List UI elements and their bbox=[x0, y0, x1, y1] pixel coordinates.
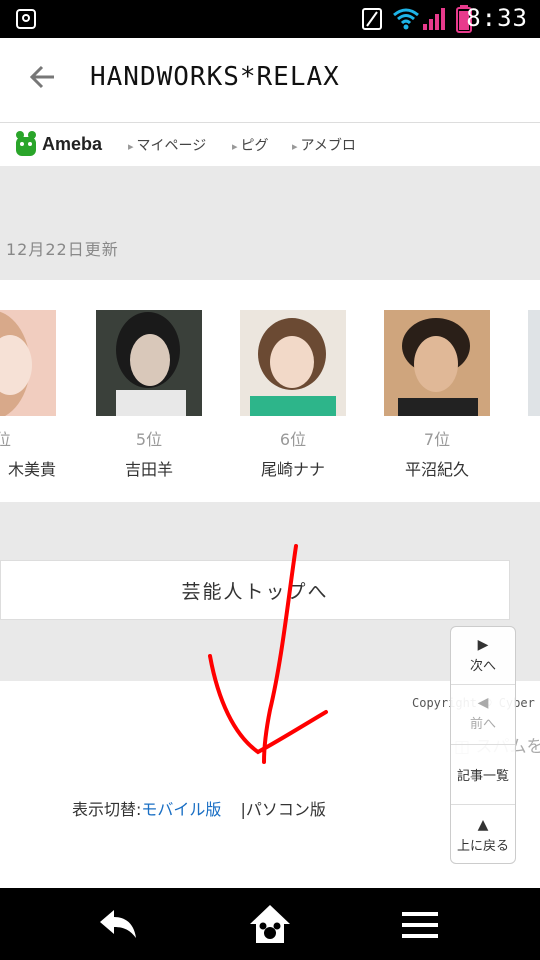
celebrity-name: 尾崎ナナ bbox=[260, 460, 325, 479]
rank-number: 6位 bbox=[279, 430, 307, 449]
ameba-nav-bar: Ameba マイページ ピグ アメブロ bbox=[0, 123, 540, 167]
celebrity-name: 吉田羊 bbox=[124, 460, 173, 479]
back-to-top-button[interactable]: ▲ 上に戻る bbox=[451, 805, 515, 863]
home-icon[interactable] bbox=[246, 902, 294, 946]
ranking-item[interactable]: 7位 平沼紀久 bbox=[384, 310, 490, 480]
next-item-peek bbox=[528, 310, 540, 416]
prev-label: 前へ bbox=[469, 717, 496, 732]
bottom-navigation-bar bbox=[0, 888, 540, 960]
wifi-icon bbox=[393, 8, 419, 30]
ameba-logo-text: Ameba bbox=[42, 133, 103, 154]
mobile-version-link[interactable]: モバイル版 bbox=[141, 800, 221, 819]
celebrity-name: 木美貴 bbox=[7, 460, 56, 479]
ranking-item[interactable]: 6位 尾崎ナナ bbox=[240, 310, 346, 480]
celebrity-name: 平沼紀久 bbox=[404, 460, 469, 479]
signal-icon bbox=[423, 8, 445, 30]
clock: 8:33 bbox=[466, 4, 528, 32]
app-bar: HANDWORKS*RELAX bbox=[0, 38, 540, 123]
article-list-label: 記事一覧 bbox=[456, 769, 509, 784]
prev-button[interactable]: ◀ 前へ bbox=[451, 685, 515, 745]
rank-number: 7位 bbox=[423, 430, 451, 449]
next-label: 次へ bbox=[469, 659, 496, 674]
celebrity-photo bbox=[0, 310, 56, 416]
play-right-icon: ▶ bbox=[477, 637, 489, 653]
back-to-top-label: 上に戻る bbox=[456, 839, 509, 854]
vibrate-icon bbox=[362, 8, 382, 30]
nav-link-ameblo[interactable]: アメブロ bbox=[292, 135, 356, 155]
celebrity-photo bbox=[96, 310, 202, 416]
pc-version-link[interactable]: パソコン版 bbox=[246, 800, 326, 819]
rank-number: 位 bbox=[0, 430, 11, 449]
ranking-updated-date: 12月22日更新 bbox=[6, 240, 119, 259]
back-arrow-icon[interactable] bbox=[28, 62, 58, 92]
ameba-logo[interactable]: Ameba bbox=[14, 129, 102, 159]
nav-link-mypage[interactable]: マイページ bbox=[128, 135, 207, 155]
ranking-carousel[interactable]: 位 木美貴 5位 吉田羊 6位 尾崎ナナ 7位 平沼紀久 bbox=[0, 280, 540, 502]
triangle-up-icon: ▲ bbox=[477, 817, 489, 833]
display-switch: 表示切替:モバイル版 |パソコン版 bbox=[72, 796, 326, 820]
menu-icon[interactable] bbox=[402, 910, 438, 940]
article-list-button[interactable]: 記事一覧 bbox=[451, 745, 515, 805]
rank-number: 5位 bbox=[135, 430, 163, 449]
celebrity-photo bbox=[384, 310, 490, 416]
back-navigation-icon[interactable] bbox=[96, 906, 140, 942]
alarm-icon bbox=[16, 9, 36, 29]
celebrity-top-button[interactable]: 芸能人トップへ bbox=[0, 560, 510, 620]
floating-article-nav: ▶ 次へ ◀ 前へ 記事一覧 ▲ 上に戻る bbox=[450, 626, 516, 864]
next-button[interactable]: ▶ 次へ bbox=[451, 627, 515, 685]
blog-title: HANDWORKS*RELAX bbox=[90, 62, 340, 92]
status-bar: 8:33 bbox=[0, 0, 540, 38]
nav-link-pigg[interactable]: ピグ bbox=[232, 135, 269, 155]
display-switch-label: 表示切替: bbox=[72, 800, 142, 819]
ranking-item[interactable]: 5位 吉田羊 bbox=[96, 310, 202, 480]
ranking-item[interactable]: 位 木美貴 bbox=[0, 310, 56, 480]
celebrity-photo bbox=[240, 310, 346, 416]
play-left-icon: ◀ bbox=[477, 695, 489, 711]
ameba-mascot-icon bbox=[16, 131, 36, 156]
